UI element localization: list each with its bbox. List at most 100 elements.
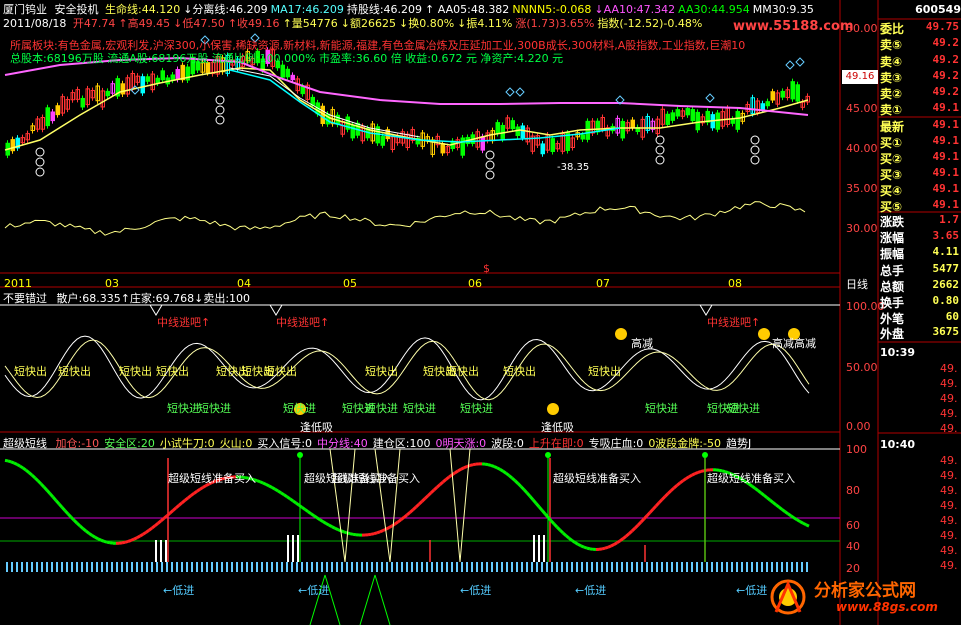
- baseline-bar: [121, 562, 123, 572]
- watermark: www.55188.com: [733, 19, 854, 34]
- baseline-bar: [236, 562, 238, 572]
- quote-row: 买③ 49.1: [880, 166, 961, 183]
- axis-label: 40.00: [846, 142, 878, 155]
- period-label[interactable]: 日线: [846, 276, 868, 292]
- baseline-bar: [426, 562, 428, 572]
- trend-j-line: [142, 531, 147, 536]
- candle-body: [695, 111, 700, 131]
- baseline-bar: [501, 562, 503, 572]
- baseline-bar: [781, 562, 783, 572]
- quote-value: 0.80: [932, 294, 960, 307]
- baseline-bar: [166, 562, 168, 572]
- baseline-bar: [6, 562, 8, 572]
- quote-value: 1.7: [939, 213, 959, 226]
- baseline-bar: [411, 562, 413, 572]
- trend-j-line: [565, 534, 570, 540]
- baseline-bar: [586, 562, 588, 572]
- baseline-bar: [286, 562, 288, 572]
- trend-j-line: [178, 501, 183, 507]
- trend-j-line: [133, 536, 138, 541]
- month-label: 04: [237, 277, 251, 290]
- quote-row: 外盘 3675: [880, 325, 961, 342]
- trend-j-line: [616, 539, 621, 545]
- trend-j-line: [790, 514, 795, 520]
- signal-circle-icon: [655, 155, 665, 165]
- axis-label: 30.00: [846, 222, 878, 235]
- ohlc-value: ↓低47.50: [173, 17, 225, 30]
- quote-value: 60: [945, 310, 959, 323]
- axis-label: 60: [846, 519, 860, 532]
- signal-bar: [292, 535, 294, 562]
- trend-j-line: [513, 479, 520, 485]
- lowest-label: -38.35: [557, 162, 590, 173]
- baseline-bar: [521, 562, 523, 572]
- trend-j-line: [25, 469, 30, 474]
- quote-value: 5477: [932, 262, 960, 275]
- short-in-signal: 短快进: [198, 402, 231, 415]
- trend-j-line: [531, 498, 538, 505]
- ind1-title: 不要错过: [3, 292, 47, 305]
- candle-body: [280, 64, 285, 78]
- baseline-bar: [441, 562, 443, 572]
- trend-j-line: [51, 496, 58, 502]
- trend-j-line: [519, 485, 526, 491]
- baseline-bar: [346, 562, 348, 572]
- ind2-value: 火山:0: [219, 437, 253, 450]
- baseline-bar: [321, 562, 323, 572]
- baseline-bar: [76, 562, 78, 572]
- signal-circle-icon: [35, 147, 45, 157]
- baseline-bar: [146, 562, 148, 572]
- baseline-bar: [231, 562, 233, 572]
- candle-body: [665, 113, 670, 125]
- baseline-bar: [736, 562, 738, 572]
- axis-label: 100.00: [846, 300, 885, 313]
- trend-j-line: [583, 545, 588, 550]
- trend-j-line: [36, 479, 43, 485]
- trend-j-line: [154, 522, 159, 527]
- axis-label: 45.00: [846, 102, 878, 115]
- ohlc-value: ↓振4.11%: [457, 17, 513, 30]
- trend-j-line: [409, 508, 414, 514]
- add-position-line: [374, 574, 391, 625]
- candle-body: [760, 103, 765, 111]
- baseline-bar: [31, 562, 33, 572]
- trend-j-line: [10, 460, 15, 465]
- trend-j-line: [660, 495, 667, 501]
- signal-bar: [287, 535, 289, 562]
- trend-j-line: [781, 508, 786, 513]
- ind2-value: 0明天涨:0: [435, 437, 487, 450]
- trend-j-line: [760, 491, 765, 497]
- quote-row: 卖① 49.1: [880, 101, 961, 118]
- trend-j-line: [328, 523, 333, 529]
- baseline-bar: [661, 562, 663, 572]
- baseline-bar: [356, 562, 358, 572]
- baseline-bar: [246, 562, 248, 572]
- trend-j-line: [645, 511, 652, 517]
- baseline-bar: [226, 562, 228, 572]
- smiley-icon: [547, 403, 559, 415]
- axis-label: 50.00: [846, 22, 878, 35]
- trend-j-line: [435, 483, 442, 489]
- baseline-bar: [181, 562, 183, 572]
- quote-label: 卖③: [880, 71, 903, 85]
- candle-body: [790, 81, 795, 100]
- ohlc-value: ↓换0.80%: [399, 17, 455, 30]
- baseline-bar: [451, 562, 453, 572]
- signal-circle-icon: [215, 95, 225, 105]
- trend-j-line: [376, 530, 381, 535]
- candle-body: [735, 111, 740, 130]
- bar-date: 2011/08/18: [3, 17, 67, 30]
- short-in-signal: 短快进: [167, 402, 200, 415]
- quote-value: 49.2: [932, 53, 960, 66]
- trend-j-line: [580, 544, 585, 549]
- short-in-signal: 短快进: [727, 402, 760, 415]
- baseline-bar: [761, 562, 763, 572]
- trend-j-line: [79, 524, 84, 530]
- diamond-marker-icon: [515, 87, 525, 97]
- signal-bar: [160, 540, 162, 562]
- trend-j-line: [426, 491, 433, 497]
- baseline-bar: [211, 562, 213, 572]
- baseline-bar: [536, 562, 538, 572]
- trend-j-line: [184, 496, 189, 502]
- quote-label: 总额: [880, 280, 905, 294]
